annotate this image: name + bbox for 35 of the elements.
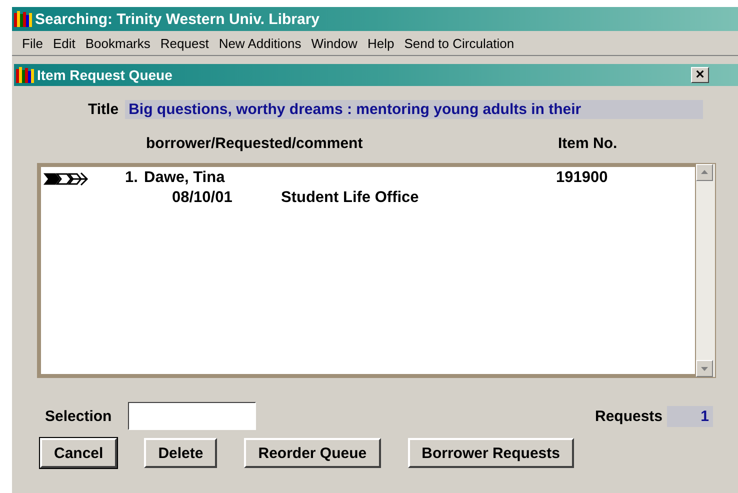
comment: Student Life Office: [281, 189, 419, 207]
down-triangle-icon: [701, 367, 708, 371]
menu-item[interactable]: Help: [362, 36, 400, 50]
menu-item[interactable]: Bookmarks: [80, 36, 156, 50]
request-date: 08/10/01: [172, 189, 232, 207]
menu-item[interactable]: Edit: [48, 36, 80, 50]
requests-count: 1: [667, 406, 713, 426]
menu-item[interactable]: Request: [155, 36, 214, 50]
dialog-button[interactable]: Delete: [144, 438, 218, 468]
up-triangle-icon: [701, 170, 708, 174]
menu-item[interactable]: New Additions: [214, 36, 306, 50]
scrollbar[interactable]: [695, 163, 716, 378]
books-icon: [16, 67, 34, 83]
close-button[interactable]: ×: [691, 67, 709, 83]
row-number: 1.: [125, 169, 138, 187]
field-label: Title: [88, 101, 119, 118]
dialog-button[interactable]: Borrower Requests: [408, 438, 574, 468]
scroll-down-button[interactable]: [696, 360, 713, 377]
menu-item[interactable]: File: [17, 36, 48, 50]
dialog-button[interactable]: Reorder Queue: [244, 438, 381, 468]
books-icon: [14, 11, 32, 27]
column-header: borrower/Requested/comment: [146, 135, 363, 152]
column-header: Item No.: [558, 135, 618, 152]
menu-item[interactable]: Window: [306, 36, 362, 50]
scroll-up-button[interactable]: [696, 164, 713, 181]
dialog-title: Item Request Queue: [37, 67, 174, 83]
borrower-name: Dawe, Tina: [144, 169, 225, 187]
item-number: 191900: [556, 169, 608, 187]
menu-item[interactable]: Send to Circulation: [399, 36, 520, 50]
field-label: Requests: [595, 408, 663, 424]
window-title: Searching: Trinity Western Univ. Library: [35, 10, 320, 28]
dialog-button[interactable]: Cancel: [40, 438, 118, 468]
selection-field[interactable]: [128, 402, 256, 430]
title-value: Big questions, worthy dreams : mentoring young adults in their: [124, 100, 703, 119]
field-label: Selection: [45, 408, 112, 424]
